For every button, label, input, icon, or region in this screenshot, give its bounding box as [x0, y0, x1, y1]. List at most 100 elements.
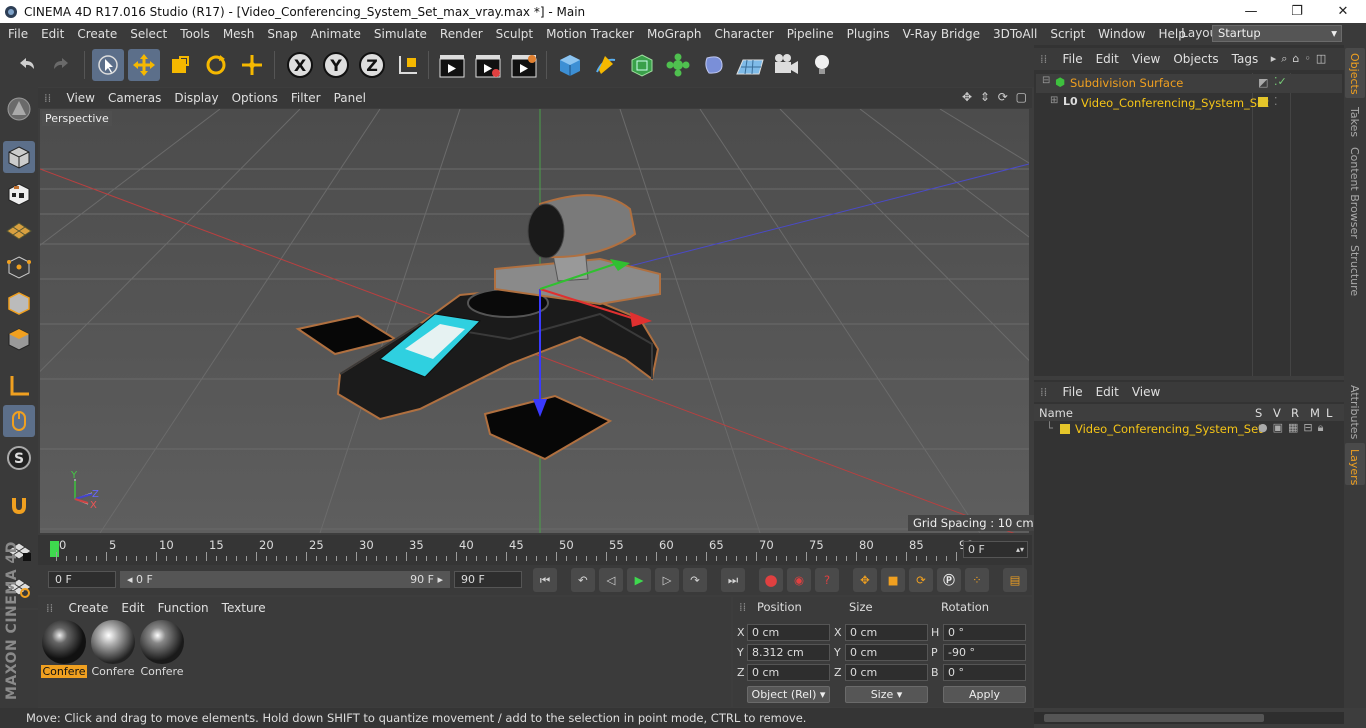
apply-button[interactable]: Apply [943, 686, 1026, 703]
coordinate-system-toggle[interactable] [392, 49, 424, 81]
snap-button[interactable]: S [3, 442, 35, 474]
magnet-tool-button[interactable] [3, 489, 35, 521]
rotation-h-field[interactable]: 0 ° [943, 624, 1026, 641]
play-button[interactable]: ▶ [627, 568, 651, 592]
key-point-level-button[interactable]: ⁘ [965, 568, 989, 592]
menu-select[interactable]: Select [124, 27, 174, 41]
menu-motion-tracker[interactable]: Motion Tracker [540, 27, 641, 41]
playhead[interactable] [50, 541, 59, 557]
add-pen-spline-button[interactable] [590, 49, 622, 81]
record-keys-button[interactable]: ⬤ [759, 568, 783, 592]
scrollbar-thumb[interactable] [1044, 714, 1264, 722]
menu-simulate[interactable]: Simulate [367, 27, 433, 41]
material-menu-edit[interactable]: Edit [115, 601, 151, 615]
transform-tool[interactable] [236, 49, 268, 81]
enable-axis-button[interactable] [3, 370, 35, 402]
layout-select[interactable]: Startup ▾ [1212, 25, 1342, 42]
material-menu-function[interactable]: Function [151, 601, 215, 615]
size-y-field[interactable]: 0 cm [845, 644, 928, 661]
layer-menu-view[interactable]: View [1125, 385, 1166, 399]
add-cube-button[interactable] [554, 49, 586, 81]
viewport-menu-filter[interactable]: Filter [284, 91, 327, 105]
current-frame-field[interactable]: 0 F ▴▾ [963, 541, 1028, 558]
visibility-dots-icon[interactable]: ⁚ [1274, 95, 1278, 108]
start-frame-field[interactable]: 0 F [48, 571, 116, 588]
scale-tool[interactable] [164, 49, 196, 81]
polygons-mode-button[interactable] [3, 323, 35, 355]
enabled-check-icon[interactable]: ⁚✓ [1274, 75, 1287, 88]
material-swatch[interactable]: Confere [139, 620, 185, 678]
menu-create[interactable]: Create [71, 27, 124, 41]
tab-content-browser[interactable]: Content Browser [1348, 147, 1361, 239]
tab-objects[interactable]: Objects [1348, 53, 1361, 95]
menu-plugins[interactable]: Plugins [840, 27, 896, 41]
undo-button[interactable] [10, 49, 42, 81]
size-x-field[interactable]: 0 cm [845, 624, 928, 641]
object-menu-view[interactable]: View [1125, 52, 1166, 66]
menu-edit[interactable]: Edit [35, 27, 71, 41]
model-mode-button[interactable] [3, 141, 35, 173]
menu-file[interactable]: File [0, 27, 35, 41]
viewport-menu-display[interactable]: Display [168, 91, 225, 105]
material-swatch[interactable]: Confere [41, 620, 87, 678]
texture-mode-button[interactable] [3, 178, 35, 210]
tweak-mode-button[interactable] [3, 405, 35, 437]
menu-mesh[interactable]: Mesh [216, 27, 261, 41]
layer-color-swatch[interactable] [1258, 97, 1268, 107]
timeline-ruler[interactable]: 051015202530354045505560657075808590 [50, 538, 974, 562]
move-tool[interactable] [128, 49, 160, 81]
add-mograph-button[interactable] [662, 49, 694, 81]
redo-button[interactable] [46, 49, 78, 81]
viewport-nav-icons[interactable]: ✥ ⇕ ⟳ ▢ [962, 90, 1029, 104]
minimize-button[interactable]: — [1228, 0, 1274, 23]
menu-script[interactable]: Script [1044, 27, 1092, 41]
layer-toggle-icons[interactable]: ●▣▦⊟🔒︎ [1258, 421, 1328, 435]
key-parameter-button[interactable]: Ⓟ [937, 568, 961, 592]
layer-row[interactable]: └ Video_Conferencing_System_Set ●▣▦⊟🔒︎ [1036, 421, 1342, 438]
tree-collapse-icon[interactable]: ⊟ [1042, 75, 1050, 86]
menu-pipeline[interactable]: Pipeline [780, 27, 840, 41]
tab-structure[interactable]: Structure [1348, 245, 1361, 296]
menu-mograph[interactable]: MoGraph [640, 27, 708, 41]
render-picture-viewer-button[interactable] [472, 49, 504, 81]
position-y-field[interactable]: 8.312 cm [747, 644, 830, 661]
previous-frame-button[interactable]: ◁ [599, 568, 623, 592]
menu-vray-bridge[interactable]: V-Ray Bridge [896, 27, 986, 41]
keyframe-selection-button[interactable]: ? [815, 568, 839, 592]
next-frame-button[interactable]: ▷ [655, 568, 679, 592]
menu-window[interactable]: Window [1092, 27, 1152, 41]
autokey-button[interactable]: ◉ [787, 568, 811, 592]
menu-snap[interactable]: Snap [261, 27, 304, 41]
rotation-b-field[interactable]: 0 ° [943, 664, 1026, 681]
live-selection-tool[interactable] [92, 49, 124, 81]
size-z-field[interactable]: 0 cm [845, 664, 928, 681]
viewport-menu-panel[interactable]: Panel [327, 91, 372, 105]
rotation-p-field[interactable]: -90 ° [943, 644, 1026, 661]
visibility-toggle-icon[interactable]: ◩ [1258, 76, 1268, 89]
position-z-field[interactable]: 0 cm [747, 664, 830, 681]
key-scale-button[interactable]: ■ [881, 568, 905, 592]
end-frame-field[interactable]: 90 F [454, 571, 522, 588]
go-to-end-button[interactable]: ⏭ [721, 568, 745, 592]
viewport-menu-options[interactable]: Options [225, 91, 284, 105]
menu-animate[interactable]: Animate [304, 27, 367, 41]
position-x-field[interactable]: 0 cm [747, 624, 830, 641]
object-row-set[interactable]: ⊞ L0 Video_Conferencing_System_Set ⁚ [1036, 94, 1342, 113]
add-camera-button[interactable] [770, 49, 802, 81]
object-menu-objects[interactable]: Objects [1167, 52, 1225, 66]
object-manager-icons[interactable]: ▸⌕⌂◦◫ [1271, 52, 1332, 66]
layer-horizontal-scrollbar[interactable] [1034, 712, 1344, 724]
viewport-menu-view[interactable]: View [60, 91, 101, 105]
material-menu-create[interactable]: Create [62, 601, 115, 615]
tree-expand-icon[interactable]: ⊞ [1050, 95, 1058, 106]
layer-menu-edit[interactable]: Edit [1089, 385, 1125, 399]
menu-render[interactable]: Render [433, 27, 489, 41]
menu-tools[interactable]: Tools [174, 27, 217, 41]
object-row-subdivision[interactable]: ⊟ ⬢ Subdivision Surface ◩ ⁚✓ [1036, 74, 1342, 93]
key-position-button[interactable]: ✥ [853, 568, 877, 592]
timeline-window-button[interactable]: ▤ [1003, 568, 1027, 592]
next-key-button[interactable]: ↷ [683, 568, 707, 592]
points-mode-button[interactable] [3, 251, 35, 283]
make-editable-button[interactable] [3, 93, 35, 125]
material-swatch[interactable]: Confere [90, 620, 136, 678]
